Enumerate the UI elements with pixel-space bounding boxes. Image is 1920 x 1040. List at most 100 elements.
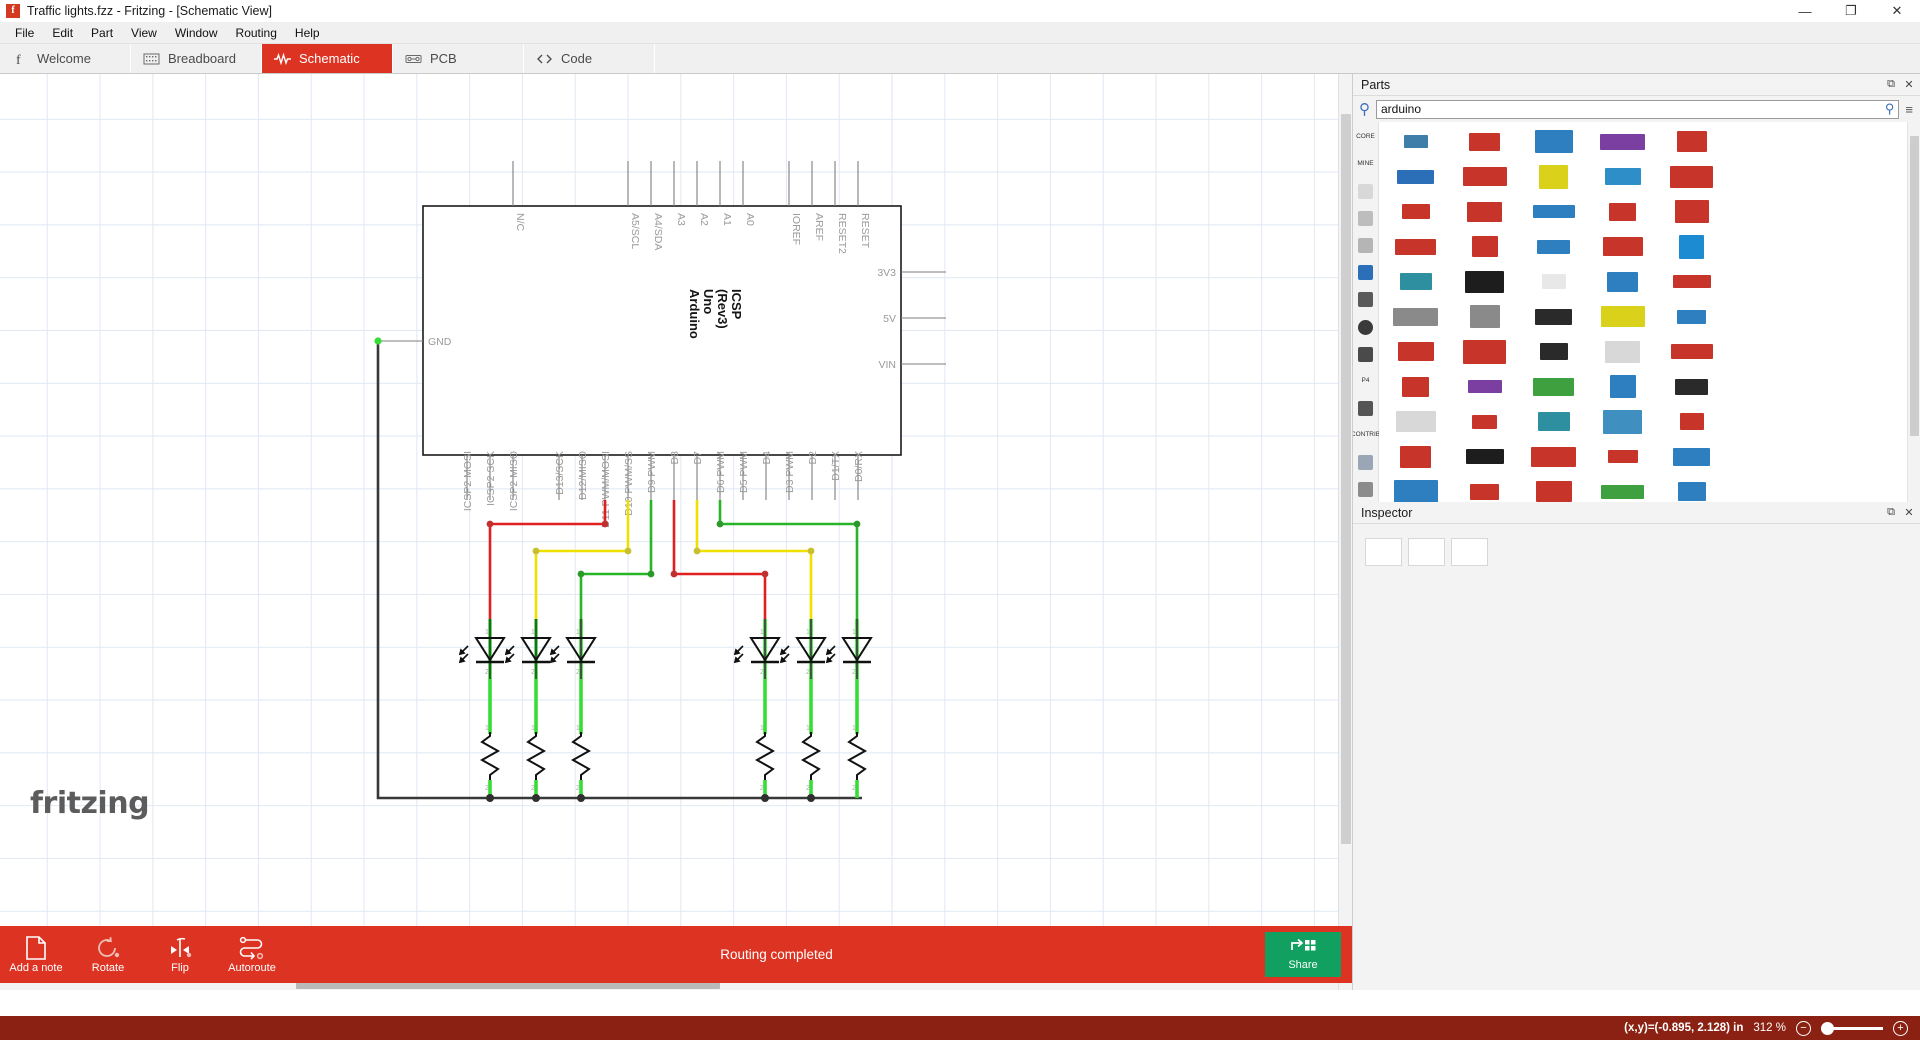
part-item[interactable] <box>1382 230 1449 263</box>
maximize-button[interactable]: ❐ <box>1828 0 1874 22</box>
part-item[interactable] <box>1520 195 1587 228</box>
menu-file[interactable]: File <box>6 23 43 43</box>
part-item[interactable] <box>1520 300 1587 333</box>
part-item[interactable] <box>1382 475 1449 502</box>
menu-window[interactable]: Window <box>166 23 227 43</box>
bin-hand[interactable] <box>1355 206 1377 230</box>
bin-chevron[interactable] <box>1355 478 1377 502</box>
flip-button[interactable]: Flip <box>144 926 216 983</box>
part-item[interactable] <box>1658 335 1725 368</box>
part-item[interactable] <box>1520 335 1587 368</box>
rotate-button[interactable]: Rotate <box>72 926 144 983</box>
part-item[interactable] <box>1382 160 1449 193</box>
menu-edit[interactable]: Edit <box>43 23 82 43</box>
search-go-icon[interactable]: ⚲ <box>1882 101 1895 117</box>
part-item[interactable] <box>1451 160 1518 193</box>
share-button[interactable]: Share <box>1265 932 1341 977</box>
part-item[interactable] <box>1520 265 1587 298</box>
part-item[interactable] <box>1382 335 1449 368</box>
canvas-vertical-scroll-thumb[interactable] <box>1341 114 1351 844</box>
inspector-close-icon[interactable]: ✕ <box>1902 506 1916 520</box>
part-item[interactable] <box>1520 370 1587 403</box>
part-item[interactable] <box>1589 125 1656 158</box>
part-item[interactable] <box>1589 370 1656 403</box>
part-item[interactable] <box>1658 125 1725 158</box>
part-item[interactable] <box>1658 195 1725 228</box>
search-input[interactable] <box>1381 102 1882 116</box>
part-item[interactable] <box>1451 125 1518 158</box>
parts-float-icon[interactable]: ⧉ <box>1884 78 1898 92</box>
bin-contrib[interactable]: CONTRIB <box>1355 424 1377 448</box>
zoom-in-button[interactable]: + <box>1893 1021 1908 1036</box>
part-item[interactable] <box>1382 195 1449 228</box>
add-note-button[interactable]: Add a note <box>0 926 72 983</box>
menu-help[interactable]: Help <box>286 23 329 43</box>
part-item[interactable] <box>1520 125 1587 158</box>
part-item[interactable] <box>1520 475 1587 502</box>
part-item[interactable] <box>1451 300 1518 333</box>
part-item[interactable] <box>1658 440 1725 473</box>
part-item[interactable] <box>1589 230 1656 263</box>
part-item[interactable] <box>1658 370 1725 403</box>
part-item[interactable] <box>1451 195 1518 228</box>
zoom-out-button[interactable]: − <box>1796 1021 1811 1036</box>
part-item[interactable] <box>1658 160 1725 193</box>
part-item[interactable] <box>1589 440 1656 473</box>
menu-view[interactable]: View <box>122 23 166 43</box>
part-item[interactable] <box>1589 265 1656 298</box>
part-item[interactable] <box>1451 405 1518 438</box>
bin-chip[interactable] <box>1355 288 1377 312</box>
parts-close-icon[interactable]: ✕ <box>1902 78 1916 92</box>
part-item[interactable] <box>1589 405 1656 438</box>
tab-schematic[interactable]: Schematic <box>262 44 393 73</box>
part-item[interactable] <box>1520 230 1587 263</box>
part-item[interactable] <box>1589 475 1656 502</box>
search-input-wrapper[interactable]: ⚲ <box>1376 100 1899 119</box>
bin-circle[interactable] <box>1355 315 1377 339</box>
part-item[interactable] <box>1382 405 1449 438</box>
close-button[interactable]: ✕ <box>1874 0 1920 22</box>
part-item[interactable] <box>1589 160 1656 193</box>
tab-breadboard[interactable]: Breadboard <box>131 44 262 73</box>
part-item[interactable] <box>1658 300 1725 333</box>
tab-code[interactable]: Code <box>524 44 655 73</box>
part-item[interactable] <box>1520 405 1587 438</box>
part-item[interactable] <box>1520 160 1587 193</box>
bin-cart[interactable] <box>1355 396 1377 420</box>
part-item[interactable] <box>1589 335 1656 368</box>
part-item[interactable] <box>1382 300 1449 333</box>
parts-menu-icon[interactable]: ≡ <box>1905 102 1914 117</box>
bin-core[interactable]: CORE <box>1355 125 1377 149</box>
part-item[interactable] <box>1658 475 1725 502</box>
part-item[interactable] <box>1658 265 1725 298</box>
part-item[interactable] <box>1520 440 1587 473</box>
part-item[interactable] <box>1382 265 1449 298</box>
inspector-float-icon[interactable]: ⧉ <box>1884 506 1898 520</box>
tab-welcome[interactable]: f Welcome <box>0 44 131 73</box>
part-item[interactable] <box>1658 405 1725 438</box>
tab-pcb[interactable]: PCB <box>393 44 524 73</box>
schematic-canvas[interactable]: Arduino Uno (Rev3) ICSP <box>0 74 1352 990</box>
parts-vertical-scroll-thumb[interactable] <box>1910 136 1919 436</box>
part-item[interactable] <box>1451 440 1518 473</box>
parts-vertical-scrollbar[interactable] <box>1907 122 1920 502</box>
bin-infinity[interactable] <box>1355 179 1377 203</box>
part-item[interactable] <box>1451 335 1518 368</box>
autoroute-button[interactable]: Autoroute <box>216 926 288 983</box>
bin-cloud[interactable] <box>1355 451 1377 475</box>
part-item[interactable] <box>1589 195 1656 228</box>
part-item[interactable] <box>1451 265 1518 298</box>
part-item[interactable] <box>1382 440 1449 473</box>
zoom-slider-knob[interactable] <box>1821 1022 1834 1035</box>
part-item[interactable] <box>1451 370 1518 403</box>
canvas-vertical-scrollbar[interactable] <box>1338 74 1352 990</box>
part-item[interactable] <box>1451 230 1518 263</box>
menu-routing[interactable]: Routing <box>227 23 286 43</box>
bin-mine[interactable]: MINE <box>1355 152 1377 176</box>
part-item[interactable] <box>1658 230 1725 263</box>
bin-dots[interactable] <box>1355 234 1377 258</box>
part-item[interactable] <box>1451 475 1518 502</box>
bin-p4[interactable]: P4 <box>1355 369 1377 393</box>
menu-part[interactable]: Part <box>82 23 122 43</box>
part-item[interactable] <box>1589 300 1656 333</box>
